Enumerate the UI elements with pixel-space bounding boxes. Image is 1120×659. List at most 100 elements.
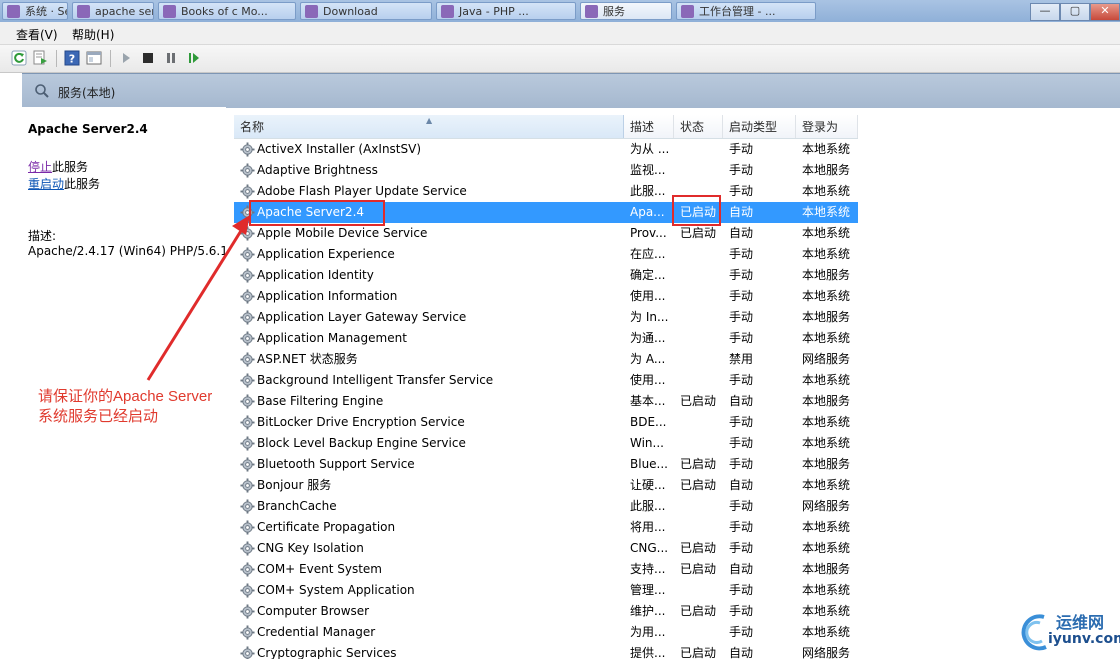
- service-description: 管理...: [630, 583, 666, 597]
- service-row[interactable]: Adaptive Brightness 监视... 手动 本地服务: [234, 160, 858, 181]
- service-gear-icon: [240, 457, 255, 472]
- service-row[interactable]: Application Layer Gateway Service 为 In...…: [234, 307, 858, 328]
- service-logon-as: 本地系统: [802, 373, 851, 387]
- stop-service-link[interactable]: 停止: [28, 160, 52, 174]
- service-gear-icon: [240, 373, 255, 388]
- app-icon: [681, 5, 694, 18]
- service-gear-icon: [240, 352, 255, 367]
- service-name: Application Experience: [257, 247, 395, 261]
- toolbar-separator: [56, 50, 57, 67]
- minimize-button[interactable]: —: [1030, 3, 1060, 21]
- service-row[interactable]: Computer Browser 维护... 已启动 手动 本地系统: [234, 601, 858, 622]
- menu-help[interactable]: 帮助(H): [72, 26, 114, 43]
- maximize-button[interactable]: ▢: [1060, 3, 1090, 21]
- service-logon-as: 本地系统: [802, 436, 851, 450]
- service-logon-as: 本地系统: [802, 625, 851, 639]
- pause-service-icon[interactable]: [163, 50, 179, 66]
- restart-service-icon[interactable]: [186, 50, 202, 66]
- service-description: Prov...: [630, 226, 667, 240]
- service-row[interactable]: BranchCache 此服... 手动 网络服务: [234, 496, 858, 517]
- service-row[interactable]: COM+ System Application 管理... 手动 本地系统: [234, 580, 858, 601]
- service-description: 提供...: [630, 646, 666, 659]
- service-description: 基本...: [630, 394, 666, 408]
- service-name: Credential Manager: [257, 625, 376, 639]
- refresh-icon[interactable]: [11, 50, 27, 66]
- service-row[interactable]: CNG Key Isolation CNG... 已启动 手动 本地系统: [234, 538, 858, 559]
- start-service-icon[interactable]: [118, 50, 134, 66]
- help-icon[interactable]: ?: [64, 50, 80, 66]
- service-name: Block Level Backup Engine Service: [257, 436, 466, 450]
- column-logon-as[interactable]: 登录为: [796, 115, 858, 138]
- service-startup-type: 手动: [729, 268, 754, 282]
- service-row[interactable]: Apple Mobile Device Service Prov... 已启动 自动 本…: [234, 223, 858, 244]
- service-row[interactable]: Application Management 为通... 手动 本地系统: [234, 328, 858, 349]
- taskbar-button-label: apache serv...: [95, 5, 153, 18]
- service-row[interactable]: COM+ Event System 支持... 已启动 自动 本地服务: [234, 559, 858, 580]
- column-status[interactable]: 状态: [674, 115, 723, 138]
- restart-service-link[interactable]: 重启动: [28, 177, 64, 191]
- taskbar-button[interactable]: Books of c Mo...: [158, 2, 296, 20]
- service-startup-type: 手动: [729, 247, 754, 261]
- app-icon: [163, 5, 176, 18]
- highlight-apache-name: [249, 200, 385, 226]
- service-name: Adobe Flash Player Update Service: [257, 184, 467, 198]
- service-startup-type: 禁用: [729, 352, 754, 366]
- service-gear-icon: [240, 625, 255, 640]
- service-logon-as: 网络服务: [802, 352, 851, 366]
- service-status: 已启动: [680, 562, 717, 576]
- taskbar-button[interactable]: 系统 · Setting...: [2, 2, 68, 20]
- watermark-cn: 运维网: [1056, 613, 1105, 632]
- service-description: 确定...: [630, 268, 666, 282]
- app-icon: [7, 5, 20, 18]
- watermark-en: iyunv.com: [1048, 631, 1120, 647]
- service-row[interactable]: Adobe Flash Player Update Service 此服... 手动…: [234, 181, 858, 202]
- service-name: BranchCache: [257, 499, 337, 513]
- taskbar-button[interactable]: 服务: [580, 2, 672, 20]
- taskbar-button[interactable]: Java - PHP ...: [436, 2, 576, 20]
- column-description-label: 描述: [630, 120, 655, 134]
- service-row[interactable]: Application Experience 在应... 手动 本地系统: [234, 244, 858, 265]
- service-row[interactable]: Application Identity 确定... 手动 本地服务: [234, 265, 858, 286]
- service-gear-icon: [240, 142, 255, 157]
- service-startup-type: 手动: [729, 310, 754, 324]
- properties-icon[interactable]: [86, 50, 102, 66]
- service-row[interactable]: Bluetooth Support Service Blue... 已启动 手动 本地服…: [234, 454, 858, 475]
- service-status: 已启动: [680, 457, 717, 471]
- service-logon-as: 本地服务: [802, 394, 851, 408]
- taskbar-button[interactable]: apache serv...: [72, 2, 154, 20]
- service-description: CNG...: [630, 541, 669, 555]
- service-row[interactable]: Cryptographic Services 提供... 已启动 自动 网络服务: [234, 643, 858, 659]
- service-description: 为 A...: [630, 352, 666, 366]
- column-description[interactable]: 描述: [624, 115, 674, 138]
- service-description: 使用...: [630, 373, 666, 387]
- service-gear-icon: [240, 499, 255, 514]
- service-row[interactable]: ActiveX Installer (AxInstSV) 为从 ... 手动 本地系统: [234, 139, 858, 160]
- menu-view[interactable]: 查看(V): [16, 26, 58, 43]
- service-row[interactable]: Credential Manager 为用... 手动 本地系统: [234, 622, 858, 643]
- stop-service-icon[interactable]: [140, 50, 156, 66]
- export-list-icon[interactable]: [32, 50, 48, 66]
- column-startup-label: 启动类型: [729, 120, 778, 134]
- service-row[interactable]: BitLocker Drive Encryption Service BDE...…: [234, 412, 858, 433]
- service-row[interactable]: Bonjour 服务 让硬... 已启动 自动 本地系统: [234, 475, 858, 496]
- service-description: 维护...: [630, 604, 666, 618]
- taskbar-button[interactable]: Download: [300, 2, 432, 20]
- service-row[interactable]: Block Level Backup Engine Service Win... 手…: [234, 433, 858, 454]
- service-status: 已启动: [680, 394, 717, 408]
- service-gear-icon: [240, 520, 255, 535]
- service-row[interactable]: Base Filtering Engine 基本... 已启动 自动 本地服务: [234, 391, 858, 412]
- service-startup-type: 手动: [729, 184, 754, 198]
- close-button[interactable]: ✕: [1090, 3, 1120, 21]
- service-description: Win...: [630, 436, 664, 450]
- column-status-label: 状态: [680, 120, 705, 134]
- service-name: Base Filtering Engine: [257, 394, 384, 408]
- service-startup-type: 自动: [729, 226, 754, 240]
- service-startup-type: 手动: [729, 520, 754, 534]
- service-row[interactable]: Application Information 使用... 手动 本地系统: [234, 286, 858, 307]
- service-row[interactable]: ASP.NET 状态服务 为 A... 禁用 网络服务: [234, 349, 858, 370]
- column-startup-type[interactable]: 启动类型: [723, 115, 796, 138]
- service-row[interactable]: Background Intelligent Transfer Service 使…: [234, 370, 858, 391]
- service-logon-as: 本地系统: [802, 541, 851, 555]
- taskbar-button[interactable]: 工作台管理 - ...: [676, 2, 816, 20]
- service-row[interactable]: Certificate Propagation 将用... 手动 本地系统: [234, 517, 858, 538]
